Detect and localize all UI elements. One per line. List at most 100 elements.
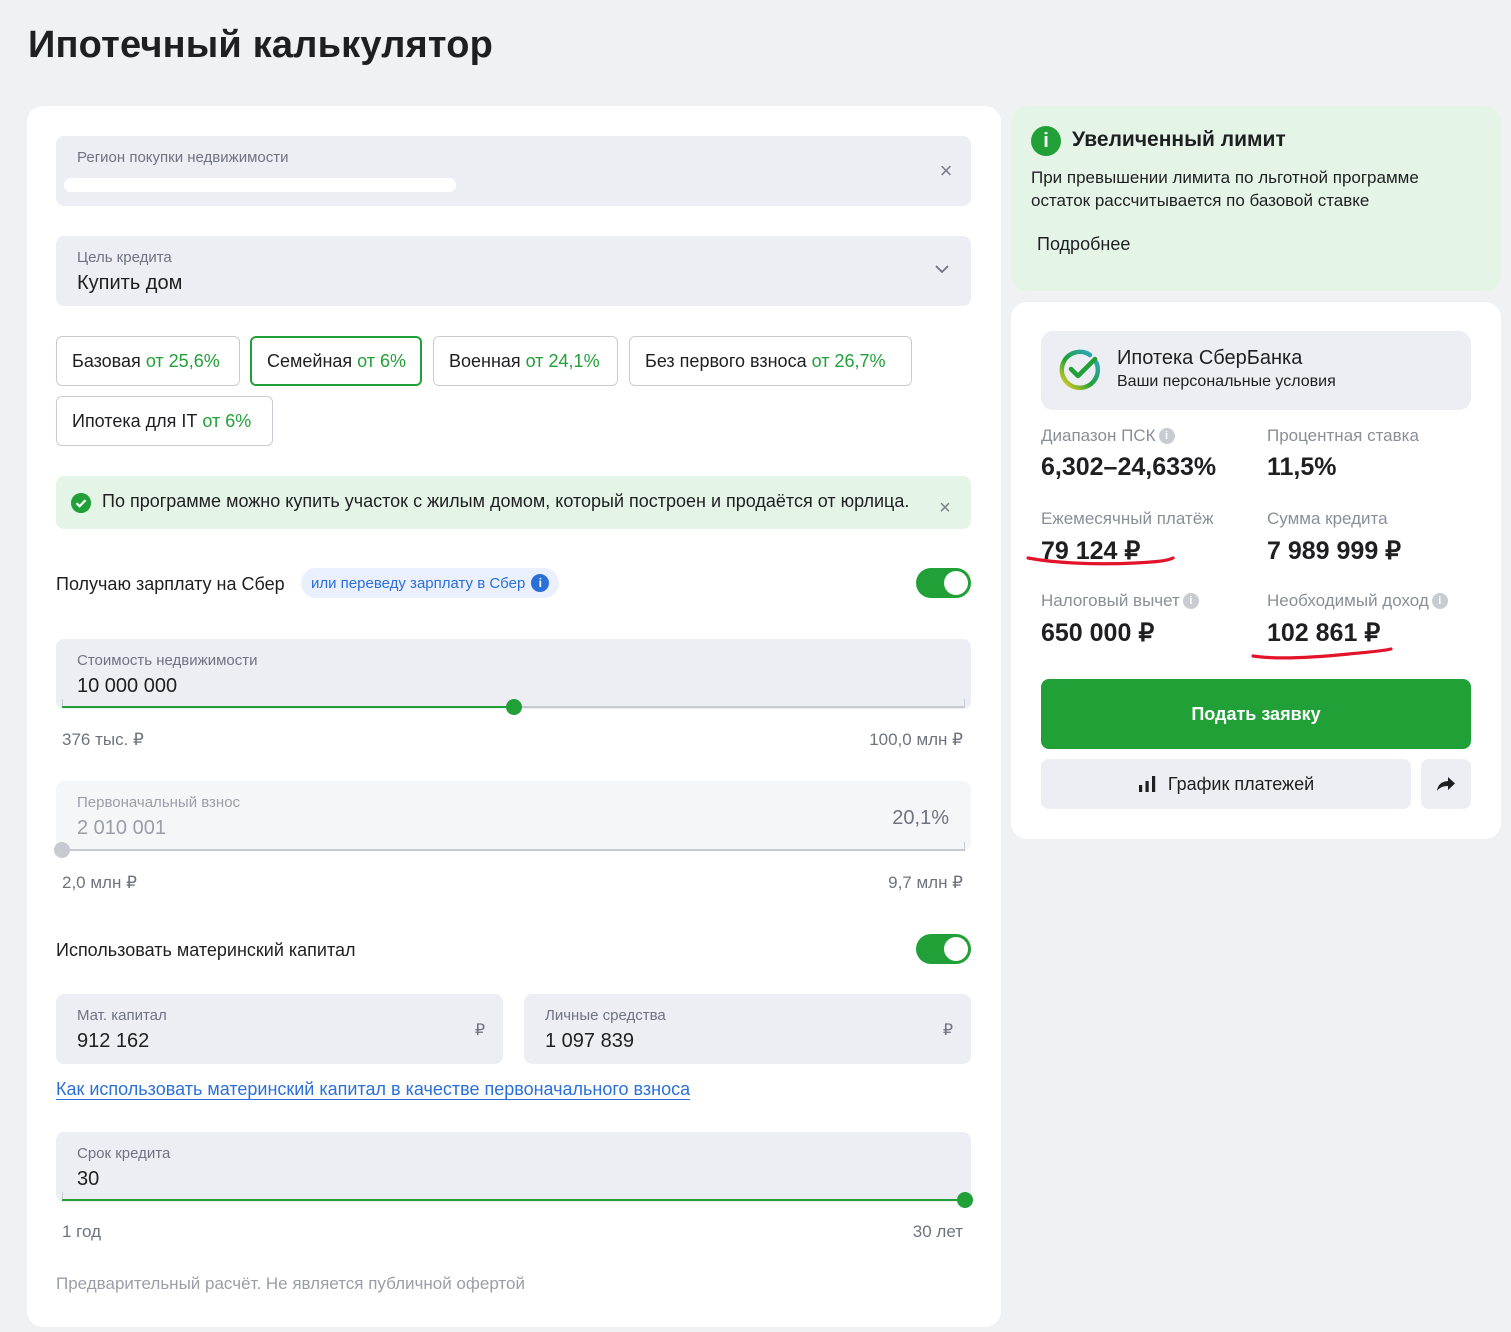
program-chip-family[interactable]: Семейная от 6%: [250, 336, 422, 386]
maternal-capital-field-label: Мат. капитал: [77, 1007, 167, 1024]
loan-term-value: 30: [77, 1168, 100, 1190]
info-icon[interactable]: i: [1431, 593, 1448, 609]
salary-transfer-pill[interactable]: или переведу зарплату в Сбер i: [301, 568, 560, 598]
required-income-label: Необходимый доход: [1267, 591, 1429, 610]
monthly-payment-value: 79 124 ₽: [1041, 537, 1141, 565]
sber-logo-icon: [1059, 349, 1100, 390]
currency-sign: ₽: [474, 1022, 485, 1039]
offer-card: Ипотека СберБанка Ваши персональные усло…: [1011, 302, 1501, 839]
region-field[interactable]: Регион покупки недвижимости ×: [56, 136, 971, 206]
limit-more-link[interactable]: Подробнее: [1037, 234, 1130, 255]
down-payment-label: Первоначальный взнос: [77, 794, 241, 811]
property-price-slider[interactable]: [62, 699, 965, 715]
tax-deduction-value: 650 000 ₽: [1041, 619, 1155, 647]
loan-amount-value: 7 989 999 ₽: [1267, 537, 1402, 565]
program-chip-military[interactable]: Военная от 24,1%: [433, 336, 618, 386]
page-title: Ипотечный калькулятор: [28, 24, 494, 66]
rate-value: 11,5%: [1267, 453, 1337, 481]
goal-value: Купить дом: [77, 272, 183, 294]
property-price-min: 376 тыс. ₽: [62, 730, 144, 749]
loan-term-max: 30 лет: [912, 1222, 963, 1241]
slider-tick: [964, 699, 965, 707]
info-banner-text: По программе можно купить участок с жилы…: [102, 491, 910, 511]
maternal-capital-value: 912 162: [77, 1030, 150, 1052]
down-payment-slider: [54, 842, 965, 858]
program-rate: от 6%: [357, 350, 407, 371]
calculator-form: Регион покупки недвижимости × Цель креди…: [27, 106, 1001, 1327]
slider-thumb[interactable]: [957, 1192, 973, 1208]
program-name: Ипотека для IT: [72, 410, 198, 431]
chevron-down-icon: [935, 265, 949, 274]
close-icon[interactable]: ×: [935, 498, 955, 518]
region-value-redacted: [64, 178, 456, 192]
goal-select[interactable]: Цель кредита Купить дом: [56, 236, 971, 306]
property-price-label: Стоимость недвижимости: [77, 652, 258, 669]
share-button[interactable]: [1421, 759, 1471, 809]
info-icon: i: [531, 574, 550, 592]
info-icon[interactable]: i: [1158, 428, 1175, 444]
program-name: Базовая: [72, 350, 141, 371]
loan-amount-stat: Сумма кредита 7 989 999 ₽: [1267, 509, 1401, 566]
salary-toggle[interactable]: [916, 568, 971, 598]
limit-text: При превышении лимита по льготной програ…: [1031, 168, 1419, 210]
tax-deduction-label: Налоговый вычет: [1041, 591, 1180, 610]
slider-thumb[interactable]: [506, 699, 522, 715]
property-price-max: 100,0 млн ₽: [869, 730, 963, 749]
program-chip-it[interactable]: Ипотека для IT от 6%: [56, 396, 273, 446]
rate-label: Процентная ставка: [1267, 426, 1419, 445]
own-funds-field[interactable]: Личные средства 1 097 839 ₽: [524, 994, 971, 1064]
program-chip-base[interactable]: Базовая от 25,6%: [56, 336, 240, 386]
loan-amount-label: Сумма кредита: [1267, 509, 1388, 528]
slider-fill: [62, 1199, 965, 1201]
down-payment-min: 2,0 млн ₽: [62, 873, 137, 892]
limit-title: Увеличенный лимит: [1072, 128, 1286, 151]
down-payment-max: 9,7 млн ₽: [888, 873, 963, 892]
payment-schedule-label: График платежей: [1167, 773, 1315, 794]
disclaimer: Предварительный расчёт. Не является публ…: [56, 1274, 525, 1293]
bar-chart-icon: [1138, 776, 1156, 792]
apply-button[interactable]: Подать заявку: [1041, 679, 1471, 749]
goal-label: Цель кредита: [77, 249, 172, 266]
monthly-payment-stat: Ежемесячный платёж 79 124 ₽: [1041, 509, 1214, 566]
offer-subtitle: Ваши персональные условия: [1117, 373, 1336, 390]
loan-term-label: Срок кредита: [77, 1145, 171, 1162]
maternal-capital-toggle[interactable]: [916, 934, 971, 964]
program-name: Военная: [449, 350, 521, 371]
monthly-payment-label: Ежемесячный платёж: [1041, 509, 1214, 528]
program-rate: от 6%: [202, 410, 252, 431]
down-payment-percent: 20,1%: [892, 807, 949, 829]
slider-tick: [964, 842, 965, 850]
offer-title: Ипотека СберБанка: [1117, 347, 1303, 369]
program-name: Без первого взноса: [645, 350, 807, 371]
maternal-capital-label: Использовать материнский капитал: [56, 940, 356, 960]
slider-thumb: [54, 842, 70, 858]
maternal-capital-row: Использовать материнский капитал: [56, 934, 971, 968]
maternal-capital-help-link[interactable]: Как использовать материнский капитал в к…: [56, 1079, 690, 1100]
check-circle-icon: [71, 493, 91, 513]
required-income-value: 102 861 ₽: [1267, 619, 1381, 647]
maternal-capital-field[interactable]: Мат. капитал 912 162 ₽: [56, 994, 503, 1064]
loan-term-slider[interactable]: [62, 1192, 973, 1208]
program-chip-no-down-payment[interactable]: Без первого взноса от 26,7%: [629, 336, 912, 386]
psk-label: Диапазон ПСК: [1041, 426, 1156, 445]
offer-header: Ипотека СберБанка Ваши персональные усло…: [1041, 331, 1471, 410]
property-price-value: 10 000 000: [77, 675, 178, 697]
close-icon[interactable]: ×: [936, 160, 956, 182]
program-rate: от 24,1%: [525, 350, 600, 371]
salary-row: Получаю зарплату на Сбер или переведу за…: [56, 568, 971, 602]
toggle-knob: [944, 937, 968, 961]
share-arrow-icon: [1437, 777, 1455, 791]
program-rate: от 26,7%: [811, 350, 886, 371]
info-icon: i: [1031, 126, 1061, 156]
down-payment-field: Первоначальный взнос 2 010 001 20,1%: [56, 781, 971, 851]
own-funds-label: Личные средства: [545, 1007, 666, 1024]
own-funds-value: 1 097 839: [545, 1030, 634, 1052]
limit-card: i Увеличенный лимит При превышении лимит…: [1011, 106, 1501, 291]
toggle-knob: [944, 571, 968, 595]
rate-stat: Процентная ставка 11,5%: [1267, 426, 1419, 482]
salary-label: Получаю зарплату на Сбер: [56, 574, 285, 594]
payment-schedule-button[interactable]: График платежей: [1041, 759, 1411, 809]
info-banner: По программе можно купить участок с жилы…: [56, 476, 971, 529]
info-icon[interactable]: i: [1182, 593, 1199, 609]
loan-term-field[interactable]: Срок кредита 30: [56, 1132, 971, 1202]
